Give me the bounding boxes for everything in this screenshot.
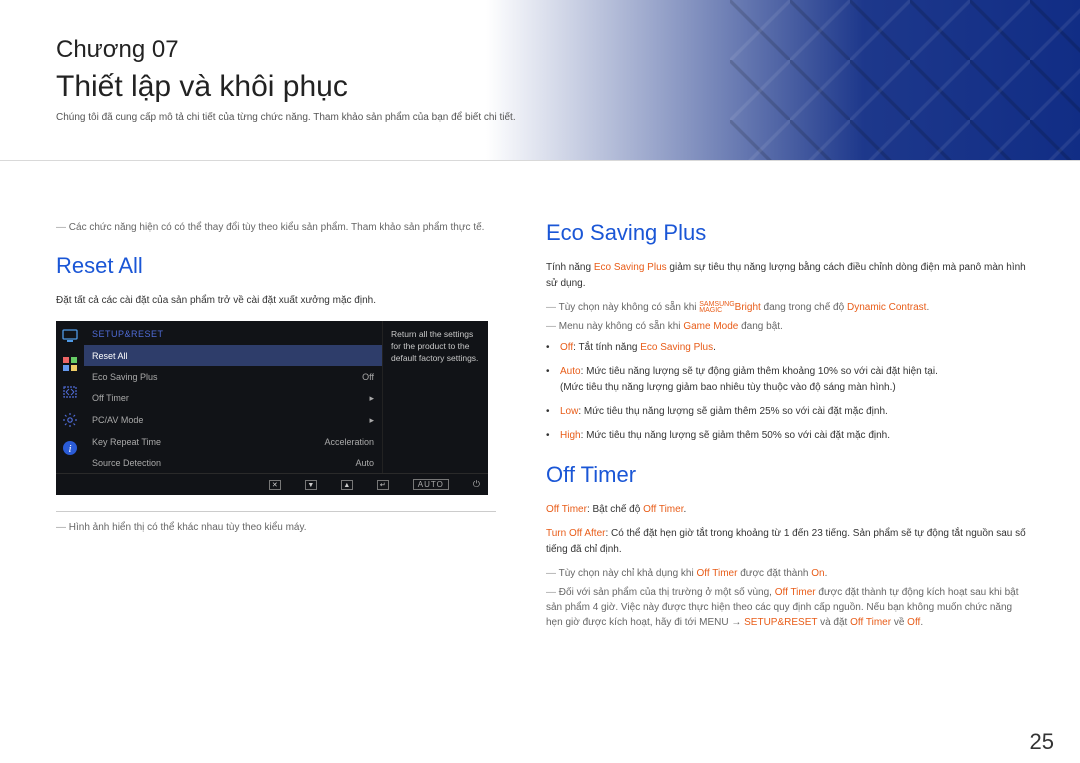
auto-button-icon: AUTO [413, 479, 449, 490]
eco-note-1: Tùy chọn này không có sẵn khi SAMSUNGMAG… [546, 300, 1028, 315]
resize-icon [61, 383, 79, 401]
chapter-subtitle: Chúng tôi đã cung cấp mô tả chi tiết của… [56, 112, 1028, 123]
power-icon: ⏻ [473, 479, 480, 490]
eco-bullet-low: Low: Mức tiêu thụ năng lượng sẽ giảm thê… [546, 404, 1028, 420]
info-icon: i [61, 439, 79, 457]
osd-row-label: Reset All [92, 351, 294, 361]
chapter-title: Thiết lập và khôi phục [56, 67, 1028, 106]
left-top-note: Các chức năng hiện có có thể thay đổi tù… [56, 220, 496, 235]
osd-row-label: PC/AV Mode [92, 415, 294, 426]
off-timer-line-2: Turn Off After: Có thể đặt hẹn giờ tắt t… [546, 526, 1028, 558]
osd-row-value: Off [294, 372, 374, 382]
osd-row-value: ▸ [294, 393, 374, 404]
osd-screenshot: i SETUP&RESET Reset AllEco Saving PlusOf… [56, 321, 488, 495]
osd-row-label: Source Detection [92, 458, 294, 468]
eco-intro: Tính năng Eco Saving Plus giảm sự tiêu t… [546, 260, 1028, 292]
osd-footer: ✕ ▼ ▲ ↵ AUTO ⏻ [56, 473, 488, 495]
gear-icon [61, 411, 79, 429]
osd-row-value: Auto [294, 458, 374, 468]
osd-row: Off Timer▸ [84, 387, 382, 409]
divider [56, 511, 496, 512]
osd-row-label: Eco Saving Plus [92, 372, 294, 382]
osd-row-value [294, 351, 374, 361]
osd-row-label: Off Timer [92, 393, 294, 404]
page-number: 25 [1030, 729, 1054, 755]
reset-all-intro: Đặt tất cả các cài đặt của sản phẩm trở … [56, 293, 496, 309]
osd-row-value: ▸ [294, 415, 374, 426]
left-bottom-note: Hình ảnh hiển thị có thể khác nhau tùy t… [56, 520, 496, 535]
svg-text:i: i [68, 443, 71, 455]
down-icon: ▼ [305, 480, 317, 490]
eco-bullet-high: High: Mức tiêu thụ năng lượng sẽ giảm th… [546, 428, 1028, 444]
osd-row-value: Acceleration [294, 437, 374, 447]
osd-menu-title: SETUP&RESET [84, 321, 382, 345]
off-timer-note-1: Tùy chọn này chỉ khả dụng khi Off Timer … [546, 566, 1028, 581]
grid-icon [61, 355, 79, 373]
osd-row: Reset All [84, 345, 382, 366]
chapter-number: Chương 07 [56, 36, 1028, 65]
eco-saving-heading: Eco Saving Plus [546, 220, 1028, 246]
osd-row: Source DetectionAuto [84, 452, 382, 473]
osd-row: Eco Saving PlusOff [84, 366, 382, 387]
osd-sidebar: i [56, 321, 84, 473]
osd-row: Key Repeat TimeAcceleration [84, 431, 382, 452]
eco-note-2: Menu này không có sẵn khi Game Mode đang… [546, 319, 1028, 334]
off-timer-note-2: Đối với sản phẩm của thị trường ở một số… [546, 585, 1028, 630]
off-timer-heading: Off Timer [546, 462, 1028, 488]
reset-all-heading: Reset All [56, 253, 496, 279]
osd-row-label: Key Repeat Time [92, 437, 294, 447]
osd-row: PC/AV Mode▸ [84, 409, 382, 431]
enter-icon: ↵ [377, 480, 389, 490]
close-icon: ✕ [269, 480, 281, 490]
monitor-icon [61, 327, 79, 345]
up-icon: ▲ [341, 480, 353, 490]
osd-description: Return all the settings for the product … [382, 321, 488, 473]
eco-bullet-off: Off: Tắt tính năng Eco Saving Plus. [546, 340, 1028, 356]
off-timer-line-1: Off Timer: Bật chế độ Off Timer. [546, 502, 1028, 518]
eco-bullet-auto: Auto: Mức tiêu năng lượng sẽ tự động giả… [546, 364, 1028, 396]
